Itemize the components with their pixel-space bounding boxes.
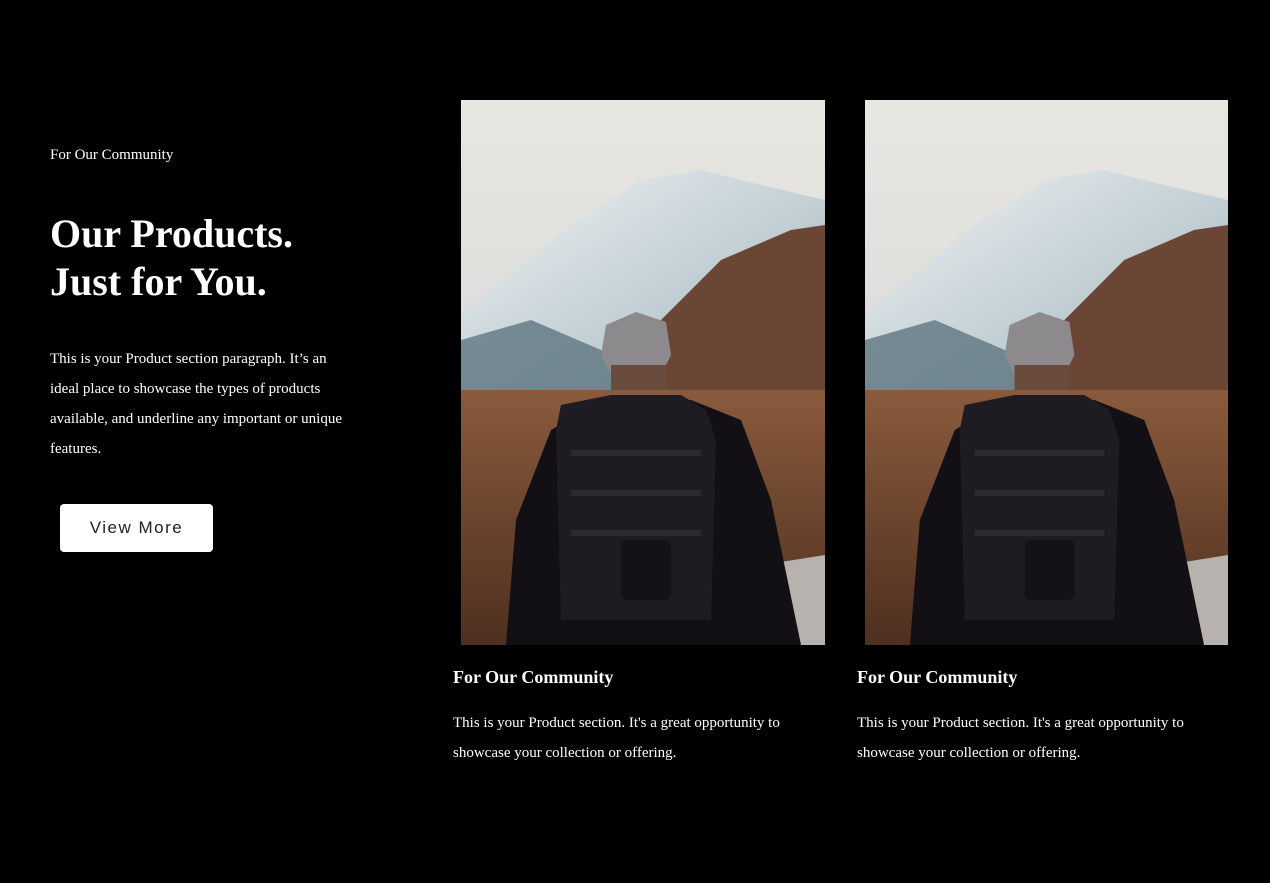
hero-eyebrow: For Our Community [50,147,174,163]
hero-title-line-2: Just for You. [50,259,267,304]
product-description: This is your Product section. It's a gre… [857,715,1184,761]
hero-title: Our Products. Just for You. [50,210,390,306]
product-image[interactable] [865,100,1228,645]
view-more-button[interactable]: View More [60,504,213,552]
product-description: This is your Product section. It's a gre… [453,715,780,761]
hero-paragraph: This is your Product section paragraph. … [50,351,342,457]
product-title: For Our Community [453,667,614,687]
hero-title-line-1: Our Products. [50,211,293,256]
product-image[interactable] [461,100,825,645]
product-title: For Our Community [857,667,1018,687]
